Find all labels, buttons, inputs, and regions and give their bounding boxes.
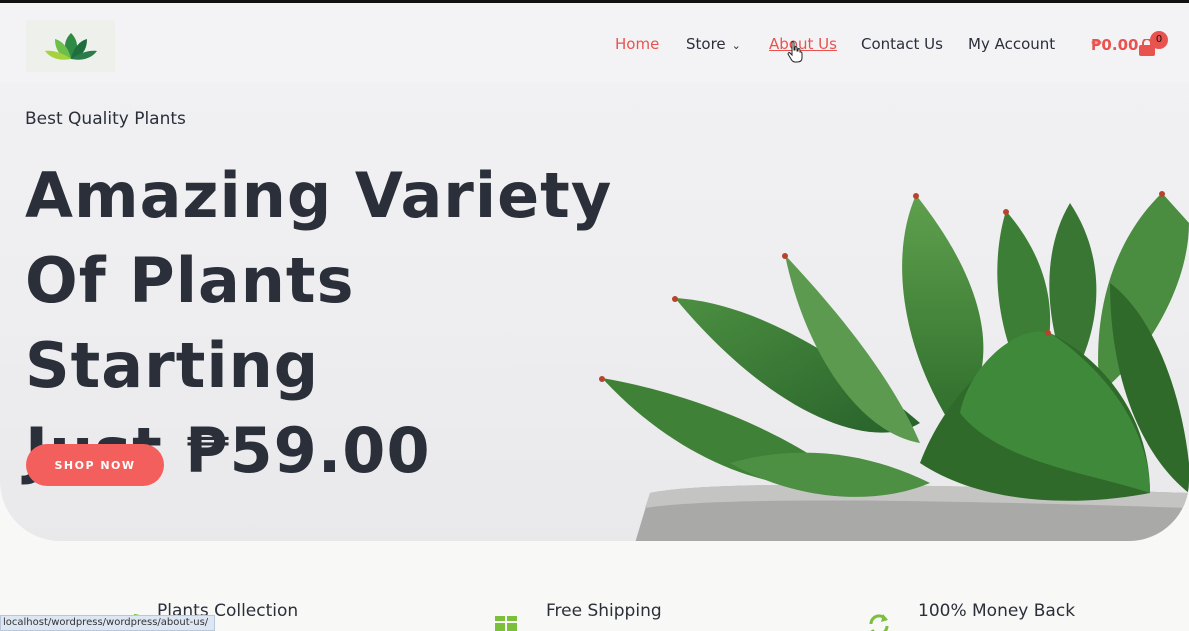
box-icon <box>495 616 517 631</box>
cart-count-badge: 0 <box>1150 31 1168 49</box>
hero-section: Home Store ⌄ About Us Contact Us My Accou… <box>0 3 1189 541</box>
nav-contact-us[interactable]: Contact Us <box>861 35 943 53</box>
site-logo[interactable] <box>26 20 115 72</box>
hand-cursor-icon <box>787 41 803 63</box>
hero-tagline: Best Quality Plants <box>25 109 186 129</box>
succulent-plant-image <box>599 191 1189 541</box>
chevron-down-icon: ⌄ <box>731 39 741 52</box>
feature-money-back: 100% Money Back <box>918 601 1076 621</box>
shop-now-button[interactable]: SHOP NOW <box>26 444 164 486</box>
cart-total[interactable]: ₱0.00 <box>1091 36 1138 54</box>
feature-free-shipping: Free Shipping <box>546 601 662 621</box>
nav-home[interactable]: Home <box>615 35 659 53</box>
hero-headline-line: Of Plants Starting <box>25 244 355 402</box>
hero-headline: Amazing Variety Of Plants Starting Just … <box>25 153 625 493</box>
nav-my-account[interactable]: My Account <box>968 35 1055 53</box>
nav-store-label: Store <box>686 35 726 53</box>
window-top-border <box>0 0 1189 3</box>
nav-store[interactable]: Store ⌄ <box>686 35 741 53</box>
browser-status-url: localhost/wordpress/wordpress/about-us/ <box>0 615 216 631</box>
lotus-logo-icon <box>44 33 97 60</box>
refresh-icon <box>869 614 889 631</box>
hero-headline-line: Amazing Variety <box>25 159 613 232</box>
